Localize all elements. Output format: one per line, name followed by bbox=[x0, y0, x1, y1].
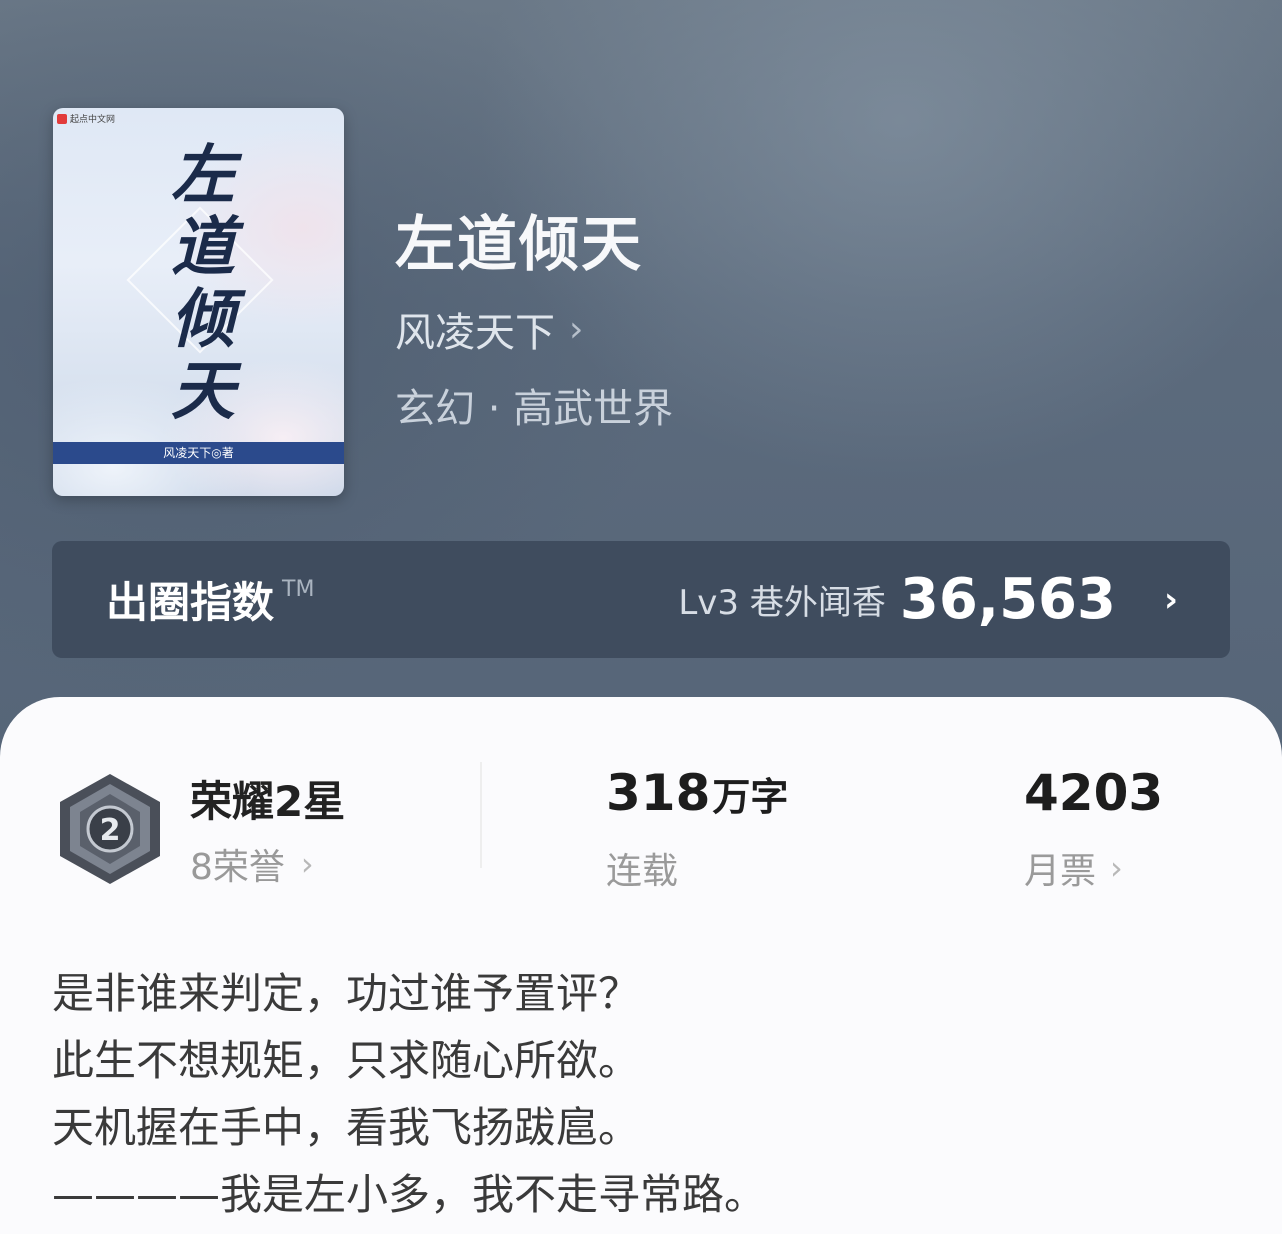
index-label: 出圈指数 bbox=[106, 578, 275, 627]
book-title: 左道倾天 bbox=[395, 210, 643, 280]
author-link[interactable]: 风凌天下 › bbox=[395, 300, 583, 358]
monthly-ticket-link[interactable]: 月票 › bbox=[1024, 842, 1123, 894]
serial-status: 连载 bbox=[606, 851, 679, 892]
honor-title: 荣耀2星 bbox=[190, 777, 346, 826]
honor-link[interactable]: 8荣誉 › bbox=[190, 838, 314, 890]
synopsis-line: ————我是左小多，我不走寻常路。 bbox=[52, 1170, 767, 1219]
stats-divider bbox=[480, 762, 482, 868]
index-value: 36,563 bbox=[899, 567, 1116, 632]
author-name: 风凌天下 bbox=[395, 310, 555, 356]
index-level: Lv3 巷外闻香 bbox=[678, 583, 886, 623]
chevron-right-icon: › bbox=[569, 308, 584, 350]
book-cover[interactable]: 起点中文网 左 道 倾 天 风凌天下◎著 bbox=[53, 108, 344, 496]
book-synopsis: 是非谁来判定，功过谁予置评？ 此生不想规矩，只求随心所欲。 天机握在手中，看我飞… bbox=[52, 960, 1252, 1228]
chevron-right-icon: › bbox=[1110, 849, 1123, 887]
logo-icon bbox=[57, 113, 67, 124]
word-count: 318万字 bbox=[606, 764, 789, 822]
monthly-ticket-label: 月票 bbox=[1024, 851, 1097, 892]
synopsis-line: 此生不想规矩，只求随心所欲。 bbox=[52, 1036, 641, 1085]
book-genre: 玄幻 · 高武世界 bbox=[395, 386, 674, 432]
cover-author-band: 风凌天下◎著 bbox=[53, 442, 344, 464]
chevron-right-icon: › bbox=[300, 845, 314, 883]
synopsis-line: 天机握在手中，看我飞扬跋扈。 bbox=[52, 1103, 641, 1152]
cover-title: 左 道 倾 天 bbox=[171, 138, 235, 429]
publisher-logo: 起点中文网 bbox=[57, 112, 115, 125]
honor-badge-icon: 2 bbox=[60, 774, 160, 884]
popularity-index-bar[interactable]: 出圈指数 TM Lv3 巷外闻香 36,563 › bbox=[52, 541, 1230, 658]
synopsis-line: 是非谁来判定，功过谁予置评？ bbox=[52, 969, 641, 1018]
svg-text:2: 2 bbox=[100, 813, 121, 848]
trademark-mark: TM bbox=[282, 577, 315, 602]
monthly-ticket-count: 4203 bbox=[1024, 764, 1164, 822]
honor-count: 8荣誉 bbox=[190, 847, 285, 888]
chevron-right-icon: › bbox=[1163, 579, 1178, 620]
